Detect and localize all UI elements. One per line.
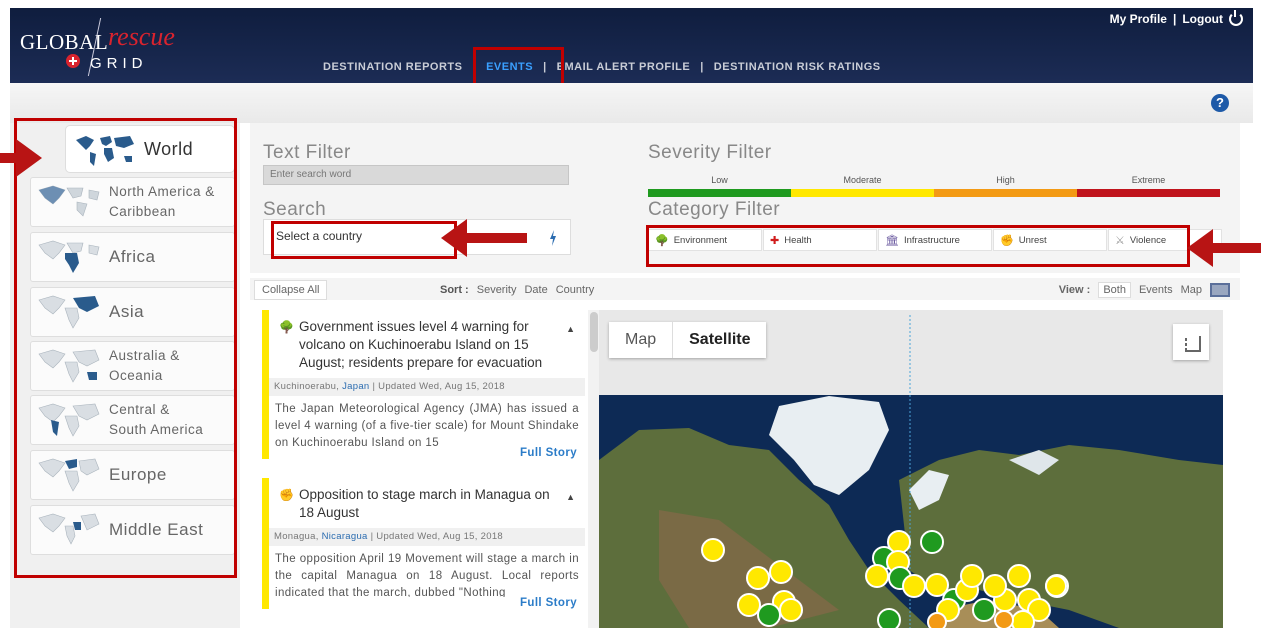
main-nav: DESTINATION REPORTS | EVENTS | EMAIL ALE… [313,61,891,73]
top-header: GLOBAL rescue GRID DESTINATION REPORTS |… [10,8,1253,83]
regions-highlight-box [14,118,237,578]
collapse-all-button[interactable]: Collapse All [254,280,328,300]
logo-grid-text: GRID [90,55,148,72]
event-place: Kuchinoerabu, [274,381,340,392]
severity-low[interactable]: Low [648,175,791,197]
severity-label: Extreme [1131,175,1166,185]
severity-high[interactable]: High [934,175,1077,197]
fullscreen-icon[interactable] [1173,324,1209,360]
tree-icon: 🌳 [279,320,294,334]
event-title[interactable]: 🌳 Government issues level 4 warning for … [269,310,585,372]
event-updated: | Updated Wed, Aug 15, 2018 [370,531,503,542]
sub-toolbar: ? [10,83,1253,123]
text-filter-title: Text Filter [263,142,351,163]
scrollbar-thumb[interactable] [590,312,598,352]
severity-extreme[interactable]: Extreme [1077,175,1220,197]
event-place: Monagua, [274,531,319,542]
full-story-link[interactable]: Full Story [269,597,585,609]
severity-bar [1077,189,1220,197]
sort-date[interactable]: Date [524,284,547,296]
event-country-link[interactable]: Nicaragua [322,531,368,542]
severity-bar [934,189,1077,197]
event-country-link[interactable]: Japan [342,381,369,392]
severity-label: Moderate [843,175,882,185]
collapse-triangle-icon[interactable]: ▲ [566,488,575,506]
event-summary: The opposition April 19 Movement will st… [275,553,579,597]
user-links-separator: | [1172,12,1177,26]
nav-email-alert-profile[interactable]: EMAIL ALERT PROFILE [547,61,701,73]
category-filter-title: Category Filter [648,199,781,220]
event-title[interactable]: ✊ Opposition to stage march in Managua o… [269,478,585,522]
help-icon[interactable]: ? [1211,94,1229,112]
map-type-toggle: Map Satellite [609,322,767,358]
full-story-link[interactable]: Full Story [269,447,585,459]
category-highlight-box [646,225,1190,267]
event-meta: Kuchinoerabu, Japan | Updated Wed, Aug 1… [269,378,585,396]
locate-arrow-icon[interactable] [548,230,558,246]
severity-bar [791,189,934,197]
region-pointer-arrow [16,139,42,177]
search-word-input[interactable]: Enter search word [263,165,569,185]
view-map[interactable]: Map [1181,284,1202,296]
logo-cross-icon [66,54,80,68]
category-pointer-arrow [1187,229,1213,267]
sort-options: Sort : Severity Date Country [440,284,594,296]
fist-icon: ✊ [279,488,294,502]
app-root: GLOBAL rescue GRID DESTINATION REPORTS |… [0,0,1261,628]
sort-label: Sort : [440,284,469,296]
country-highlight-box [271,221,457,259]
event-title-text: Opposition to stage march in Managua on … [299,487,550,520]
split-view-icon[interactable] [1210,283,1230,297]
category-pointer-arrow-shaft [1211,243,1261,253]
nav-destination-risk-ratings[interactable]: DESTINATION RISK RATINGS [704,61,891,73]
event-map[interactable]: Map Satellite [599,310,1223,628]
event-meta: Monagua, Nicaragua | Updated Wed, Aug 15… [269,528,585,546]
severity-moderate[interactable]: Moderate [791,175,934,197]
event-card[interactable]: 🌳 Government issues level 4 warning for … [262,310,585,459]
global-rescue-logo[interactable]: GLOBAL rescue GRID [20,18,190,78]
map-type-map[interactable]: Map [609,322,672,358]
event-card[interactable]: ✊ Opposition to stage march in Managua o… [262,478,585,609]
event-updated: | Updated Wed, Aug 15, 2018 [372,381,505,392]
list-toolbar: Collapse All Sort : Severity Date Countr… [250,278,1240,300]
view-both[interactable]: Both [1098,282,1131,298]
collapse-triangle-icon[interactable]: ▲ [566,320,575,338]
severity-filter-title: Severity Filter [648,142,772,163]
country-pointer-arrow [441,219,467,257]
search-title: Search [263,199,327,220]
logout-link[interactable]: Logout [1182,12,1223,26]
severity-label: High [996,175,1015,185]
event-summary: The Japan Meteorological Agency (JMA) ha… [275,403,579,447]
severity-bar [648,189,791,197]
severity-label: Low [711,175,728,185]
event-list: 🌳 Government issues level 4 warning for … [262,310,585,628]
logo-rescue-text: rescue [108,22,175,51]
event-title-text: Government issues level 4 warning for vo… [299,319,543,370]
map-type-satellite[interactable]: Satellite [672,322,766,358]
view-events[interactable]: Events [1139,284,1173,296]
power-icon[interactable] [1229,10,1243,26]
nav-destination-reports[interactable]: DESTINATION REPORTS [313,61,472,73]
sort-country[interactable]: Country [556,284,595,296]
country-pointer-arrow-shaft [465,233,527,243]
view-options: View : Both Events Map [1059,282,1230,298]
view-label: View : [1058,284,1091,296]
user-links: My Profile | Logout [1110,10,1243,26]
my-profile-link[interactable]: My Profile [1110,12,1167,26]
sort-severity[interactable]: Severity [477,284,517,296]
severity-filter: Low Moderate High Extreme [648,175,1220,197]
